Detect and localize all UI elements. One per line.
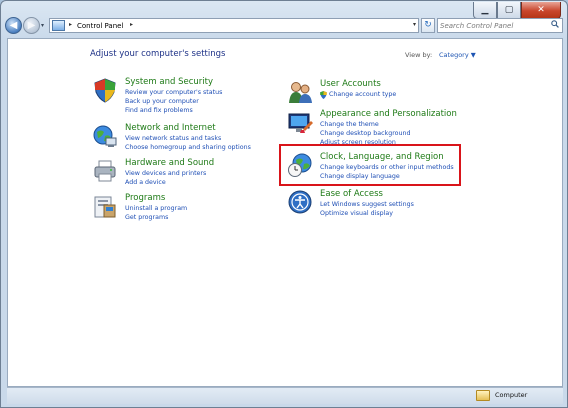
category-appearance-and-personalization: Appearance and Personalization Change th… [287,109,467,145]
shield-icon [94,78,116,103]
link-get-programs[interactable]: Get programs [125,214,168,221]
category-title[interactable]: Network and Internet [125,123,216,133]
link-find-fix-problems[interactable]: Find and fix problems [125,107,193,114]
category-user-accounts: User Accounts Change account type [287,79,467,103]
printer-icon [94,160,116,182]
category-title[interactable]: System and Security [125,77,213,87]
link-change-background[interactable]: Change desktop background [320,130,410,137]
breadcrumb-separator-icon[interactable]: ▸ [69,21,72,28]
category-title[interactable]: Hardware and Sound [125,158,214,168]
users-icon [289,82,312,103]
view-by-label: View by: [405,51,433,59]
link-windows-suggest-settings[interactable]: Let Windows suggest settings [320,201,414,208]
link-network-status[interactable]: View network status and tasks [125,135,221,142]
link-uninstall-program[interactable]: Uninstall a program [125,205,187,212]
computer-icon [476,390,490,401]
category-ease-of-access: Ease of Access Let Windows suggest setti… [287,189,467,219]
uac-shield-icon [320,91,327,99]
search-input[interactable] [440,19,544,32]
recent-pages-dropdown-icon[interactable]: ▾ [41,22,44,29]
address-bar[interactable]: ▸ Control Panel ▸ ▾ [49,18,419,33]
status-computer-label: Computer [495,391,528,399]
content-pane: Adjust your computer's settings View by:… [7,38,563,387]
control-panel-window: ▁ ▢ ✕ ◀ ▶ ▾ ▸ Control Panel ▸ ▾ ↻ Adjust… [0,0,568,408]
breadcrumb-control-panel[interactable]: Control Panel [77,20,123,32]
breadcrumb-separator-icon[interactable]: ▸ [130,21,133,28]
highlight-box [279,144,461,186]
back-button[interactable]: ◀ [5,17,22,34]
category-network-and-internet: Network and Internet View network status… [92,123,272,153]
refresh-icon[interactable]: ↻ [421,18,435,33]
search-box[interactable] [437,18,563,33]
monitor-brush-icon [288,113,313,133]
link-homegroup[interactable]: Choose homegroup and sharing options [125,144,251,151]
category-programs: Programs Uninstall a program Get program… [92,193,272,223]
search-icon[interactable] [551,20,559,28]
link-devices-printers[interactable]: View devices and printers [125,170,206,177]
programs-icon [94,196,116,218]
ease-of-access-icon [288,190,312,214]
status-bar: Computer [7,387,563,404]
link-change-theme[interactable]: Change the theme [320,121,379,128]
forward-button[interactable]: ▶ [23,17,40,34]
navigation-bar: ◀ ▶ ▾ ▸ Control Panel ▸ ▾ ↻ [5,17,563,35]
category-title[interactable]: Programs [125,193,165,203]
category-title[interactable]: Ease of Access [320,189,383,199]
link-optimize-visual-display[interactable]: Optimize visual display [320,210,393,217]
category-hardware-and-sound: Hardware and Sound View devices and prin… [92,158,272,188]
link-back-up[interactable]: Back up your computer [125,98,199,105]
network-globe-icon [93,125,117,147]
category-title[interactable]: Appearance and Personalization [320,109,457,119]
link-add-device[interactable]: Add a device [125,179,166,186]
control-panel-small-icon [52,20,65,31]
link-change-account-type[interactable]: Change account type [329,91,396,98]
view-by-dropdown[interactable]: Category ▼ [439,51,476,59]
address-dropdown-icon[interactable]: ▾ [413,21,416,28]
page-title: Adjust your computer's settings [90,49,226,59]
category-system-and-security: System and Security Review your computer… [92,77,272,119]
category-title[interactable]: User Accounts [320,79,381,89]
link-review-status[interactable]: Review your computer's status [125,89,222,96]
